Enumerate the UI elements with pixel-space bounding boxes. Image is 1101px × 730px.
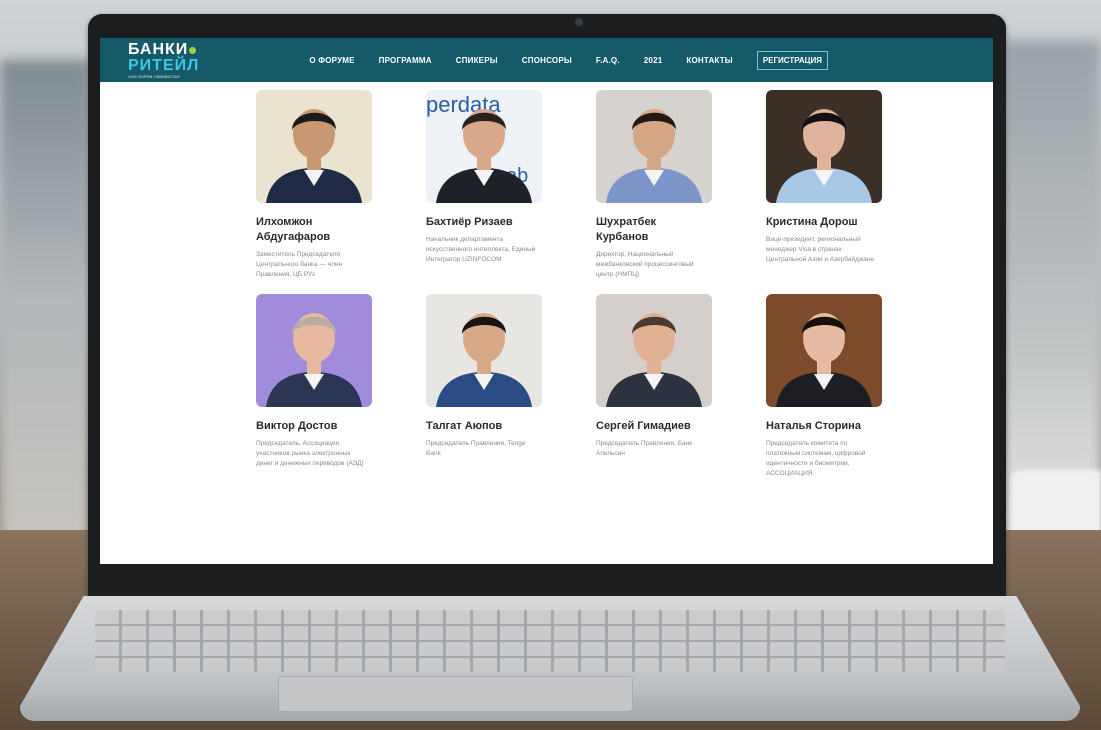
- site-logo[interactable]: БАНКИ РИТЕЙЛ XVIII ФОРУМ УЗБЕКИСТАН: [128, 40, 200, 79]
- speaker-photo[interactable]: [766, 90, 882, 203]
- speaker-card[interactable]: Сергей Гимадиев Председатель Правления, Б…: [596, 294, 761, 479]
- logo-line2: РИТЕЙЛ: [128, 56, 200, 74]
- speaker-photo[interactable]: [596, 294, 712, 407]
- speaker-portrait-icon: [266, 109, 362, 203]
- speaker-name[interactable]: Наталья Сторина: [766, 419, 876, 434]
- speaker-portrait-icon: [436, 313, 532, 407]
- nav-item-faq[interactable]: F.A.Q.: [596, 56, 620, 65]
- logo-subtitle: XVIII ФОРУМ УЗБЕКИСТАН: [128, 73, 180, 79]
- speaker-portrait-icon: [776, 313, 872, 407]
- webcam-icon: [575, 18, 583, 26]
- speaker-role: Председатель, Ассоциация участников рынк…: [256, 440, 364, 467]
- speaker-photo[interactable]: [256, 294, 372, 407]
- nav-item-about[interactable]: О ФОРУМЕ: [309, 56, 354, 65]
- background-blur-left: [0, 60, 90, 540]
- speakers-grid: Илхомжон Абдугафаров Заместитель Председа…: [256, 90, 936, 479]
- speaker-card[interactable]: Талгат Аюпов Председатель Правления, Teng…: [426, 294, 591, 479]
- speaker-name[interactable]: Шухратбек Курбанов: [596, 215, 706, 245]
- speaker-card[interactable]: Кристина Дорош Вице-президент, региональн…: [766, 90, 931, 280]
- speaker-role: Вице-президент, региональный менеджер Vi…: [766, 236, 875, 263]
- speaker-role: Директор, Национальный межбанковский про…: [596, 251, 694, 278]
- nav-item-speakers[interactable]: СПИКЕРЫ: [456, 56, 498, 65]
- speaker-card[interactable]: Шухратбек Курбанов Директор, Национальный…: [596, 90, 761, 280]
- laptop-screen: БАНКИ РИТЕЙЛ XVIII ФОРУМ УЗБЕКИСТАН О ФО…: [100, 38, 993, 564]
- speaker-photo[interactable]: perdata cab: [426, 90, 542, 203]
- site-header: БАНКИ РИТЕЙЛ XVIII ФОРУМ УЗБЕКИСТАН О ФО…: [100, 38, 993, 82]
- register-button[interactable]: РЕГИСТРАЦИЯ: [756, 50, 829, 70]
- logo-dot-icon: [189, 46, 197, 54]
- speaker-name[interactable]: Виктор Достов: [256, 419, 366, 434]
- speaker-photo[interactable]: [766, 294, 882, 407]
- speaker-portrait-icon: [266, 313, 362, 407]
- speaker-portrait-icon: [606, 109, 702, 203]
- speaker-photo[interactable]: [426, 294, 542, 407]
- speaker-card[interactable]: Наталья Сторина Председатель комитета по …: [766, 294, 931, 479]
- speaker-card[interactable]: perdata cab Бахтиёр Ризаев Начальник депа…: [426, 90, 591, 280]
- speaker-photo[interactable]: [256, 90, 372, 203]
- speaker-role: Председатель Правления, Tenge Bank: [426, 440, 526, 457]
- speaker-name[interactable]: Сергей Гимадиев: [596, 419, 706, 434]
- speaker-card[interactable]: Илхомжон Абдугафаров Заместитель Председа…: [256, 90, 421, 280]
- main-nav: О ФОРУМЕ ПРОГРАММА СПИКЕРЫ СПОНСОРЫ F.A.…: [309, 50, 829, 70]
- speaker-role: Председатель комитета по платежным систе…: [766, 440, 866, 477]
- speaker-portrait-icon: [606, 313, 702, 407]
- speaker-name[interactable]: Талгат Аюпов: [426, 419, 536, 434]
- speaker-portrait-icon: [776, 109, 872, 203]
- logo-line1: БАНКИ: [128, 40, 189, 58]
- speaker-card[interactable]: Виктор Достов Председатель, Ассоциация уч…: [256, 294, 421, 479]
- nav-item-sponsors[interactable]: СПОНСОРЫ: [522, 56, 572, 65]
- laptop-touchpad: [278, 676, 633, 712]
- speaker-role: Начальник департамента искусственного ин…: [426, 236, 536, 263]
- speaker-name[interactable]: Кристина Дорош: [766, 215, 876, 230]
- speaker-role: Заместитель Председателя Центрального ба…: [256, 251, 343, 278]
- speaker-role: Председатель Правления, Банк Апельсин: [596, 440, 693, 457]
- nav-item-2021[interactable]: 2021: [644, 56, 663, 65]
- laptop-keyboard: [95, 610, 1005, 672]
- speaker-name[interactable]: Бахтиёр Ризаев: [426, 215, 536, 230]
- nav-item-contacts[interactable]: КОНТАКТЫ: [686, 56, 732, 65]
- speaker-photo[interactable]: [596, 90, 712, 203]
- speaker-portrait-icon: perdata cab: [426, 92, 532, 203]
- nav-item-program[interactable]: ПРОГРАММА: [379, 56, 432, 65]
- speaker-name[interactable]: Илхомжон Абдугафаров: [256, 215, 366, 245]
